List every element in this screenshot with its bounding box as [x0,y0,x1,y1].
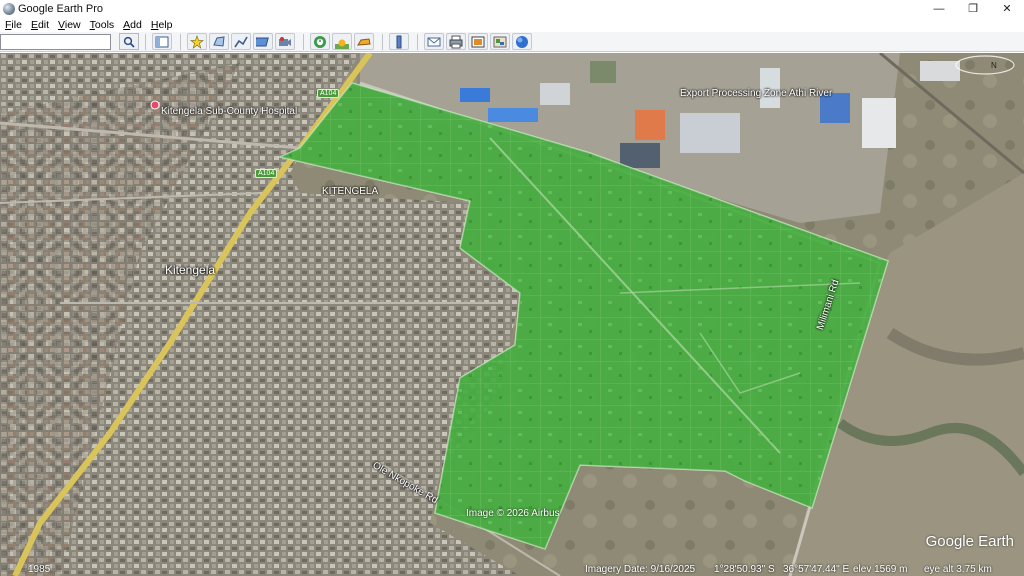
sunlight-icon [335,39,349,49]
menu-help[interactable]: Help [146,19,177,31]
imagery-date: Imagery Date: 9/16/2025 [585,564,696,575]
toolbar-separator [303,33,304,50]
record-tour-button[interactable] [275,33,295,50]
a104-shield: A104 [317,89,340,98]
sunlight-button[interactable] [332,33,352,50]
eye-altitude-readout: eye alt 3.75 km [924,564,992,575]
menu-edit-mnemonic: E [30,18,38,31]
switch-to-earth-button[interactable] [512,33,532,50]
earth-icon [516,35,528,48]
menu-view-label: iew [64,18,81,31]
toolbar-separator [382,33,383,50]
menu-help-label: elp [158,18,173,31]
compass-icon: N [955,55,1015,75]
sidebar-icon [155,36,169,47]
timeline-year[interactable]: 1985 [28,564,50,575]
google-earth-app-icon [3,2,15,15]
save-image-icon [471,36,485,47]
satellite-imagery [0,53,1024,576]
elevation-readout: elev 1569 m [853,564,908,575]
toolbar-separator [145,33,146,50]
email-button[interactable] [424,33,444,50]
add-image-overlay-button[interactable] [253,33,273,50]
kitengela-area-label[interactable]: KITENGELA [322,186,378,197]
email-icon [427,37,441,46]
menu-add[interactable]: Add [118,19,146,31]
search-button[interactable] [119,33,139,50]
print-button[interactable] [446,33,466,50]
toolbar [0,32,1024,52]
imagery-attribution: Image © 2026 Airbus [466,508,560,519]
hospital-label[interactable]: Kitengela Sub-County Hospital [161,106,297,117]
menu-file[interactable]: File [0,19,26,31]
search-icon [123,36,135,48]
restore-button[interactable]: ❐ [956,0,990,17]
menu-tools[interactable]: Tools [85,19,119,31]
historical-imagery-button[interactable] [310,33,330,50]
placemark-icon [190,34,204,49]
image-overlay-icon [256,37,269,46]
view-in-maps-button[interactable] [490,33,510,50]
close-button[interactable]: ✕ [990,0,1024,17]
epz-label[interactable]: Export Processing Zone Athi River [680,88,832,99]
ruler-icon [396,35,402,48]
path-icon [234,36,248,47]
ruler-button[interactable] [389,33,409,50]
longitude-readout: 36°57'47.44" E [783,564,850,575]
sidebar-toggle-button[interactable] [152,33,172,50]
print-icon [449,35,463,48]
record-tour-icon [279,36,291,46]
title-bar: Google Earth Pro — ❐ ✕ [0,0,1024,17]
view-in-maps-icon [493,36,507,47]
toolbar-separator [180,33,181,50]
compass-north-letter: N [991,61,997,70]
toolbar-separator [417,33,418,50]
minimize-button[interactable]: — [922,0,956,17]
search-input[interactable] [0,33,111,50]
menu-bar: File Edit View Tools Add Help [0,17,1024,32]
navigation-compass[interactable]: N [955,55,1015,75]
polygon-icon [213,35,225,47]
kitengela-town-label[interactable]: Kitengela [165,263,215,277]
menu-edit-label: dit [37,18,50,31]
menu-file-label: ile [11,18,22,31]
planets-icon [357,37,371,46]
historical-imagery-icon [314,35,326,48]
menu-add-label: dd [130,18,142,31]
save-image-button[interactable] [468,33,488,50]
menu-tools-label: ools [94,18,115,31]
google-earth-logo: Google Earth [925,533,1014,550]
window-title: Google Earth Pro [18,2,103,15]
window-controls: — ❐ ✕ [922,0,1024,17]
map-view[interactable]: Kitengela Sub-County Hospital KITENGELA … [0,53,1024,576]
menu-view-mnemonic: V [58,18,65,31]
latitude-readout: 1°28'50.93" S [714,564,775,575]
menu-view[interactable]: View [53,19,85,31]
a104-shield: A104 [255,169,278,178]
planets-button[interactable] [354,33,374,50]
status-bar: 1985 Imagery Date: 9/16/2025 1°28'50.93"… [0,562,1024,576]
add-placemark-button[interactable] [187,33,207,50]
add-path-button[interactable] [231,33,251,50]
add-polygon-button[interactable] [209,33,229,50]
menu-edit[interactable]: Edit [26,19,53,31]
